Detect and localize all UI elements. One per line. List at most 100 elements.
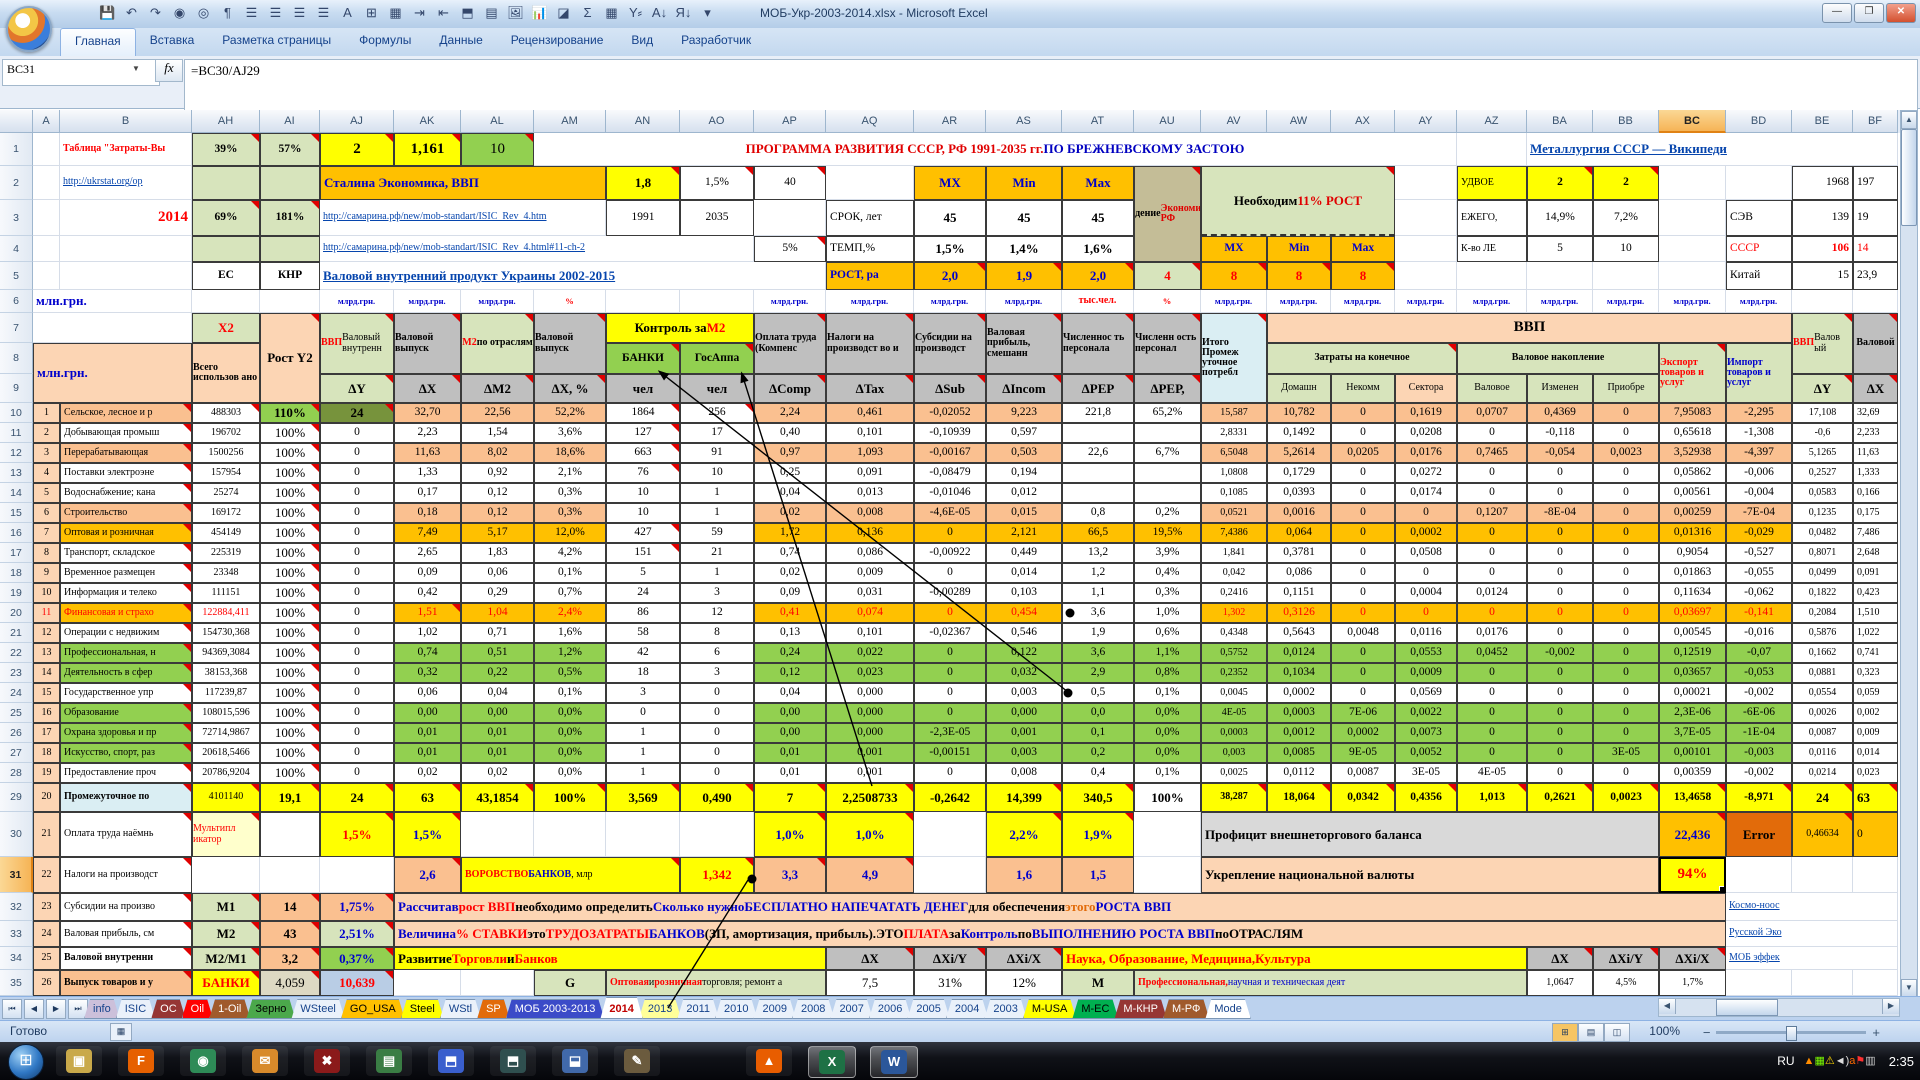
vertical-scrollbar[interactable]: ▲ ▼ [1900, 110, 1918, 998]
cell-AY27[interactable]: 0,0052 [1395, 743, 1457, 763]
cell-BE20[interactable]: 0,2084 [1792, 603, 1853, 623]
select-all-corner[interactable] [0, 110, 33, 133]
cell-BB16[interactable]: 0 [1593, 523, 1659, 543]
row-header-12[interactable]: 12 [0, 443, 33, 463]
row-header-13[interactable]: 13 [0, 463, 33, 483]
tray-icon-6[interactable]: ▥ [1865, 1055, 1875, 1067]
cell-AY9[interactable]: Сектора [1395, 374, 1457, 403]
monitor-icon[interactable]: ⬒ [428, 1046, 474, 1076]
cell-BC8[interactable]: Экспорт товаров и услуг [1659, 343, 1726, 403]
cell-BE23[interactable]: 0,0881 [1792, 663, 1853, 683]
cell-AL26[interactable]: 0,01 [461, 723, 534, 743]
cell-BC21[interactable]: 0,00545 [1659, 623, 1726, 643]
cell-BD18[interactable]: -0,055 [1726, 563, 1792, 583]
cell-AT35[interactable]: М [1062, 970, 1134, 996]
cell-BD32[interactable]: Космо-ноос [1726, 893, 1898, 921]
col-header-AR[interactable]: AR [914, 110, 986, 133]
cell-AV21[interactable]: 0,4348 [1201, 623, 1267, 643]
cell-AH20[interactable]: 122884,411 [192, 603, 260, 623]
cell-AJ22[interactable]: 0 [320, 643, 394, 663]
cell-AI4[interactable] [260, 236, 320, 262]
cell-AO22[interactable]: 6 [680, 643, 754, 663]
cell-AW13[interactable]: 0,1729 [1267, 463, 1331, 483]
cell-AX10[interactable]: 0 [1331, 403, 1395, 423]
cell-AQ20[interactable]: 0,074 [826, 603, 914, 623]
cell-AK19[interactable]: 0,42 [394, 583, 461, 603]
cell-AL23[interactable]: 0,22 [461, 663, 534, 683]
cell-AZ19[interactable]: 0,0124 [1457, 583, 1527, 603]
merge-icon[interactable]: ⬒ [456, 2, 479, 25]
cell-AW16[interactable]: 0,064 [1267, 523, 1331, 543]
align-right-icon[interactable]: ☰ [288, 2, 311, 25]
cell-AR2[interactable]: MX [914, 166, 986, 200]
cell-AT13[interactable] [1062, 463, 1134, 483]
cell-AM30[interactable] [534, 812, 606, 857]
sheet-tab-Mode[interactable]: Mode [1205, 999, 1251, 1019]
cell-AR13[interactable]: -0,08479 [914, 463, 986, 483]
cell-AX23[interactable]: 0 [1331, 663, 1395, 683]
cell-BD26[interactable]: -1E-04 [1726, 723, 1792, 743]
cell-AY5[interactable] [1395, 262, 1457, 290]
cell-AW20[interactable]: 0,3126 [1267, 603, 1331, 623]
cell-BB15[interactable]: 0 [1593, 503, 1659, 523]
sheet-tab-М-РФ[interactable]: М-РФ [1163, 999, 1209, 1019]
cell-BB2[interactable]: 2 [1593, 166, 1659, 200]
cell-AV28[interactable]: 0,0025 [1201, 763, 1267, 783]
cell-AI11[interactable]: 100% [260, 423, 320, 443]
ribbon-tab-Разметка страницы[interactable]: Разметка страницы [208, 28, 345, 56]
cell-BB10[interactable]: 0 [1593, 403, 1659, 423]
cell-A30[interactable]: 21 [33, 812, 60, 857]
cell-AS15[interactable]: 0,015 [986, 503, 1062, 523]
scroll-right-icon[interactable]: ▶ [1882, 999, 1899, 1014]
cell-AO13[interactable]: 10 [680, 463, 754, 483]
cell-AM17[interactable]: 4,2% [534, 543, 606, 563]
cell-BB25[interactable]: 0 [1593, 703, 1659, 723]
cell-AH8[interactable]: Всего использов ано [192, 343, 260, 403]
cell-AU20[interactable]: 1,0% [1134, 603, 1201, 623]
cell-AU31[interactable] [1134, 857, 1201, 893]
redo-icon[interactable]: ↷ [144, 2, 167, 25]
cell-BD23[interactable]: -0,053 [1726, 663, 1792, 683]
cell-AP2[interactable]: 40 [754, 166, 826, 200]
cell-BA12[interactable]: -0,054 [1527, 443, 1593, 463]
sheet-tab-2006[interactable]: 2006 [869, 999, 911, 1019]
cell-AM23[interactable]: 0,5% [534, 663, 606, 683]
row-header-22[interactable]: 22 [0, 643, 33, 663]
cell-A8[interactable]: млн.грн. [33, 343, 192, 403]
cell-AY15[interactable]: 0 [1395, 503, 1457, 523]
cell-AR11[interactable]: -0,10939 [914, 423, 986, 443]
cell-AI21[interactable]: 100% [260, 623, 320, 643]
cell-AH35[interactable]: БАНКИ [192, 970, 260, 996]
cell-BF4[interactable]: 14 [1853, 236, 1898, 262]
cell-B10[interactable]: Сельское, лесное и р [60, 403, 192, 423]
cell-AT15[interactable]: 0,8 [1062, 503, 1134, 523]
cell-BF20[interactable]: 1,510 [1853, 603, 1898, 623]
cell-AP12[interactable]: 0,97 [754, 443, 826, 463]
cell-BE26[interactable]: 0,0087 [1792, 723, 1853, 743]
cell-BB14[interactable]: 0 [1593, 483, 1659, 503]
cell-AL21[interactable]: 0,71 [461, 623, 534, 643]
cell-BA17[interactable]: 0 [1527, 543, 1593, 563]
cell-BD3[interactable]: СЭВ [1726, 200, 1792, 236]
cell-AQ27[interactable]: 0,001 [826, 743, 914, 763]
excel-icon[interactable]: X [808, 1046, 856, 1078]
cell-AQ7[interactable]: Налоги на производст во и [826, 313, 914, 374]
cell-B32[interactable]: Субсидии на произво [60, 893, 192, 921]
ribbon-tab-Вид[interactable]: Вид [617, 28, 667, 56]
row-header-34[interactable]: 34 [0, 947, 33, 970]
zoom-in-icon[interactable]: + [1872, 1025, 1880, 1040]
cell-A22[interactable]: 13 [33, 643, 60, 663]
cell-BE15[interactable]: 0,1235 [1792, 503, 1853, 523]
cell-AM21[interactable]: 1,6% [534, 623, 606, 643]
cell-AS18[interactable]: 0,014 [986, 563, 1062, 583]
cell-AZ8[interactable]: Валовое накопление [1457, 343, 1659, 374]
cell-AZ20[interactable]: 0 [1457, 603, 1527, 623]
cell-AY18[interactable]: 0 [1395, 563, 1457, 583]
cell-BC15[interactable]: 0,00259 [1659, 503, 1726, 523]
cell-A25[interactable]: 16 [33, 703, 60, 723]
vertical-scroll-thumb[interactable] [1901, 129, 1917, 226]
cell-AV31[interactable]: Укрепление национальной валюты [1201, 857, 1659, 893]
cell-AN9[interactable]: чел [606, 374, 680, 403]
cell-AO26[interactable]: 0 [680, 723, 754, 743]
cell-AP30[interactable]: 1,0% [754, 812, 826, 857]
